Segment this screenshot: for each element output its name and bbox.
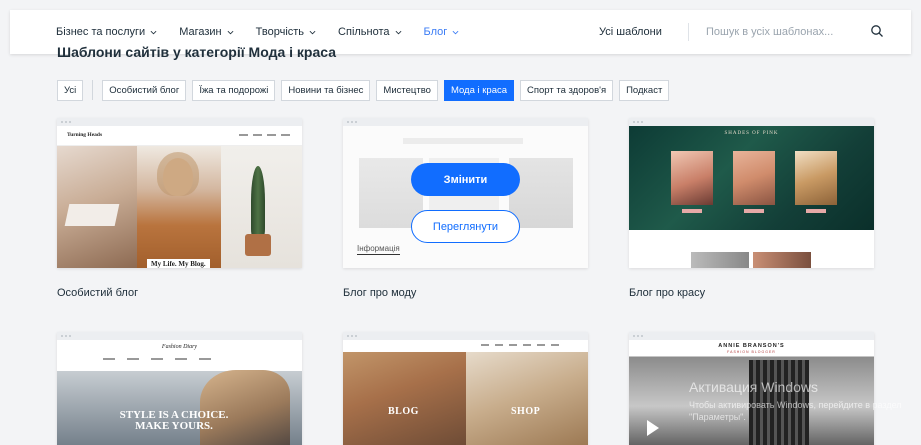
nav-item-store[interactable]: Магазин [179,26,234,38]
all-templates-link[interactable]: Усі шаблони [599,26,662,38]
nav-item-label: Бізнес та послуги [56,26,146,38]
preview-menu [103,358,211,360]
nav-item-creative[interactable]: Творчість [256,26,316,38]
divider [92,80,94,100]
filter-food-travel[interactable]: Їжа та подорожі [192,79,276,101]
preview-image [57,146,137,268]
activation-watermark-title: Активация Windows [689,379,819,395]
preview-tag [744,209,764,213]
chevron-down-icon [150,30,157,34]
template-preview [629,230,874,268]
filter-fashion-beauty[interactable]: Мода і краса [443,79,515,101]
preview-header: Turning Heads [57,126,302,146]
nav-item-blog[interactable]: Блог [424,26,460,38]
preview-image [753,252,811,268]
chevron-down-icon [452,30,459,34]
filter-art[interactable]: Мистецтво [376,79,438,101]
preview-subtitle: FASHION BLOGGER [727,350,776,354]
template-preview: SHADES OF PINK [629,126,874,230]
preview-header [343,340,588,352]
template-card-fashion-blog[interactable]: Змінити Переглянути Інформація [343,118,588,268]
preview-logo: Turning Heads [67,132,103,138]
template-card-personal-blog[interactable]: Turning Heads My Life. My Blog. [57,118,302,268]
template-preview: BLOG SHOP [343,340,588,445]
preview-label: BLOG [388,406,419,417]
chevron-down-icon [227,30,234,34]
preview-image [691,252,749,268]
browser-bar [629,118,874,126]
browser-bar [343,332,588,340]
template-preview: My Life. My Blog. [57,146,302,268]
preview-ghost [403,138,523,144]
nav-item-label: Творчість [255,26,305,38]
activation-watermark-text: Чтобы активировать Windows, перейдите в … [689,400,902,422]
nav-item-community[interactable]: Спільнота [338,26,401,38]
template-card-fashion-diary[interactable]: Fashion Diary STYLE IS A CHOICE. MAKE YO… [57,332,302,445]
template-title[interactable]: Блог про красу [629,287,705,299]
page-title: Шаблони сайтів у категорії Мода і краса [57,44,336,60]
template-preview: Fashion Diary STYLE IS A CHOICE. MAKE YO… [57,340,302,445]
browser-bar [57,118,302,126]
preview-caption: STYLE IS A CHOICE. MAKE YOURS. [119,409,229,432]
nav-item-business[interactable]: Бізнес та послуги [56,26,157,38]
filter-personal-blog[interactable]: Особистий блог [102,79,187,101]
play-icon [647,420,659,436]
template-preview: Змінити Переглянути Інформація [343,126,588,268]
view-button[interactable]: Переглянути [411,210,520,243]
preview-title: ANNIE BRANSON'S [718,343,785,349]
preview-image [733,151,775,205]
info-link[interactable]: Інформація [357,244,400,255]
preview-image: SHOP [466,340,588,445]
nav-item-label: Блог [423,26,448,38]
preview-title: SHADES OF PINK [724,131,779,136]
preview-tag [682,209,702,213]
preview-caption: My Life. My Blog. [147,259,210,268]
search-input[interactable] [706,19,862,45]
chevron-down-icon [309,30,316,34]
filter-podcast[interactable]: Подкаст [619,79,670,101]
filter-sport-health[interactable]: Спорт та здоров'я [520,79,614,101]
preview-ghost [509,158,573,228]
edit-button[interactable]: Змінити [411,163,520,196]
category-filters: Усі Особистий блог Їжа та подорожі Новин… [57,79,675,101]
preview-image [221,146,302,268]
template-title[interactable]: Блог про моду [343,287,416,299]
preview-tag [806,209,826,213]
nav-item-label: Магазин [179,26,222,38]
preview-image [795,151,837,205]
preview-logo: Fashion Diary [161,344,198,350]
preview-label: SHOP [511,406,541,417]
preview-image [671,151,713,205]
preview-image [200,370,290,445]
filter-news-business[interactable]: Новини та бізнес [281,79,371,101]
browser-bar [57,332,302,340]
template-title[interactable]: Особистий блог [57,287,138,299]
chevron-down-icon [395,30,401,34]
browser-bar [343,118,588,126]
preview-menu [239,134,290,136]
preview-image: BLOG [343,340,466,445]
nav-item-label: Спільнота [338,26,390,38]
preview-image [137,146,221,268]
filter-all[interactable]: Усі [57,79,84,101]
search-icon[interactable] [870,24,884,38]
browser-bar [629,332,874,340]
divider [688,23,689,41]
template-card-blog-shop[interactable]: BLOG SHOP [343,332,588,445]
template-card-beauty-blog[interactable]: SHADES OF PINK [629,118,874,268]
